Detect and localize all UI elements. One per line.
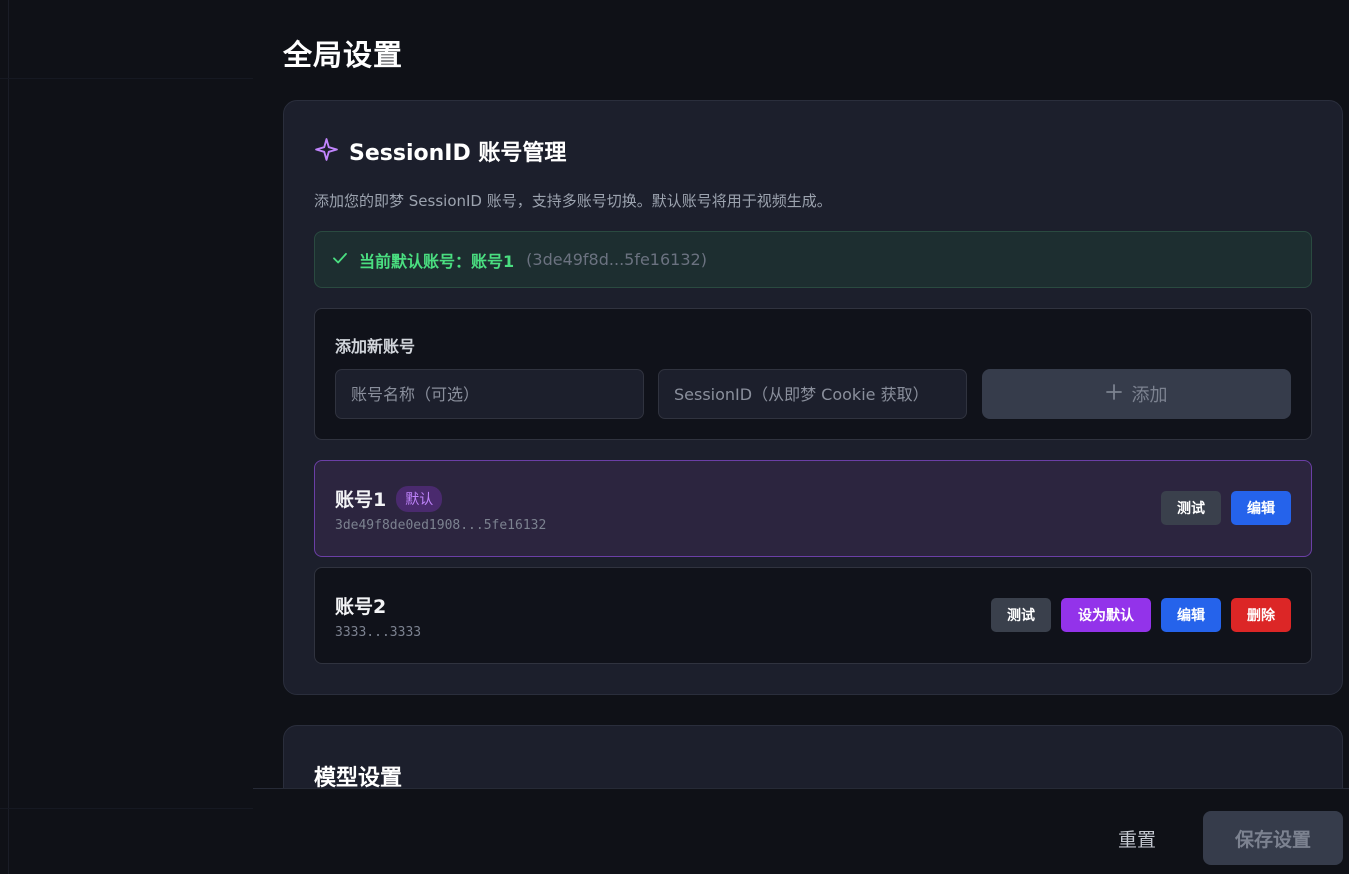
- default-badge: 默认: [396, 485, 443, 512]
- session-card-title: SessionID 账号管理: [349, 141, 567, 166]
- sparkle-icon: [314, 137, 339, 166]
- sidebar-divider: [8, 0, 9, 874]
- test-button[interactable]: 测试: [991, 598, 1051, 632]
- account-item: 账号1 默认 3de49f8de0ed1908...5fe16132 测试 编辑: [314, 460, 1312, 557]
- account-name: 账号1: [335, 489, 387, 511]
- add-account-button[interactable]: 添加: [982, 369, 1291, 419]
- check-icon: [331, 249, 349, 271]
- footer-bar: 重置 保存设置: [253, 788, 1349, 874]
- page-title: 全局设置: [283, 38, 404, 72]
- default-account-label: 当前默认账号：账号1: [359, 251, 515, 271]
- test-button[interactable]: 测试: [1161, 491, 1221, 525]
- account-item: 账号2 3333...3333 测试 设为默认 编辑 删除: [314, 567, 1312, 664]
- add-account-label: 添加: [1131, 385, 1168, 406]
- add-account-panel: 添加新账号 添加: [314, 308, 1312, 440]
- session-card-header: SessionID 账号管理: [314, 135, 566, 167]
- reset-button[interactable]: 重置: [1101, 811, 1173, 865]
- save-settings-button[interactable]: 保存设置: [1203, 811, 1343, 865]
- account-actions: 测试 编辑: [1161, 491, 1291, 525]
- account-actions: 测试 设为默认 编辑 删除: [991, 598, 1291, 632]
- account-session-hash: 3333...3333: [335, 625, 422, 640]
- set-default-button[interactable]: 设为默认: [1061, 598, 1151, 632]
- session-id-input[interactable]: [658, 369, 967, 419]
- session-card-description: 添加您的即梦 SessionID 账号，支持多账号切换。默认账号将用于视频生成。: [314, 192, 832, 210]
- model-settings-title: 模型设置: [314, 766, 403, 790]
- plus-icon: [1105, 383, 1122, 405]
- session-account-card: SessionID 账号管理 添加您的即梦 SessionID 账号，支持多账号…: [283, 100, 1343, 695]
- account-name: 账号2: [335, 596, 387, 618]
- edit-button[interactable]: 编辑: [1231, 491, 1291, 525]
- main-content: 全局设置 SessionID 账号管理 添加您的即梦 SessionID 账号，…: [253, 0, 1349, 790]
- default-account-hash: (3de49f8d...5fe16132): [526, 250, 707, 269]
- account-session-hash: 3de49f8de0ed1908...5fe16132: [335, 518, 547, 533]
- account-name-row: 账号1 默认: [335, 485, 443, 512]
- edit-button[interactable]: 编辑: [1161, 598, 1221, 632]
- delete-button[interactable]: 删除: [1231, 598, 1291, 632]
- add-account-title: 添加新账号: [335, 337, 416, 356]
- account-name-input[interactable]: [335, 369, 644, 419]
- sidebar: [0, 0, 253, 874]
- model-settings-card: 模型设置: [283, 725, 1343, 790]
- sidebar-separator-top: [0, 78, 253, 79]
- default-account-banner: 当前默认账号：账号1 (3de49f8d...5fe16132): [314, 231, 1312, 288]
- account-name-row: 账号2: [335, 592, 386, 619]
- sidebar-separator-bottom: [0, 808, 253, 809]
